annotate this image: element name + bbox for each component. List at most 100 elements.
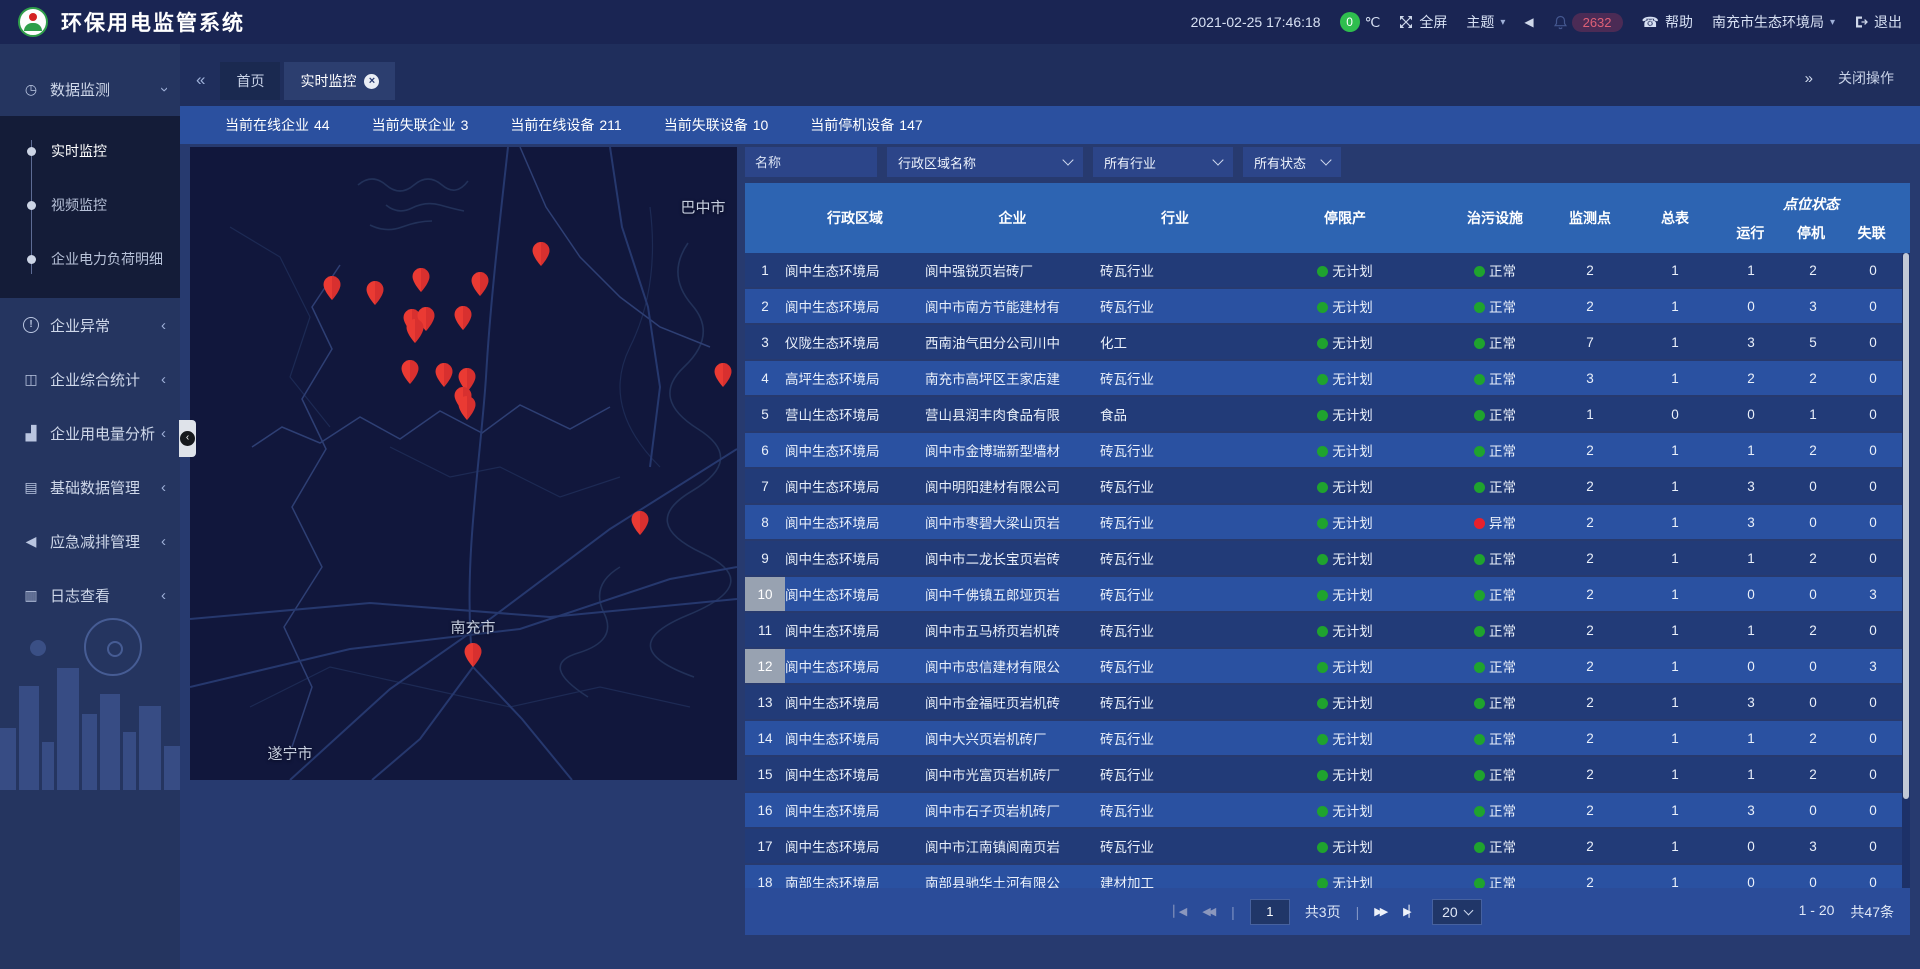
map-pin[interactable] <box>402 360 419 384</box>
cell-limit-status-label: 无计划 <box>1332 516 1373 531</box>
table-row[interactable]: 9阆中生态环境局阆中市二龙长宝页岩砖砖瓦行业无计划正常21120 <box>745 541 1910 575</box>
status-select[interactable]: 所有状态 <box>1243 147 1341 177</box>
sidebar-item[interactable]: !企业异常‹ <box>0 298 180 352</box>
table-row[interactable]: 1阆中生态环境局阆中强锐页岩砖厂砖瓦行业无计划正常21120 <box>745 253 1910 287</box>
prev-page-button[interactable]: ◀◀ <box>1202 905 1216 918</box>
map-pin[interactable] <box>436 363 453 387</box>
sidebar-subitem[interactable]: 视频监控 <box>0 178 180 232</box>
close-icon[interactable]: × <box>364 74 379 89</box>
table-row[interactable]: 2阆中生态环境局阆中市南方节能建材有砖瓦行业无计划正常21030 <box>745 289 1910 323</box>
cell-limit-status-label: 无计划 <box>1332 336 1373 351</box>
close-operations-button[interactable]: 关闭操作 <box>1838 68 1894 88</box>
table-row[interactable]: 14阆中生态环境局阆中大兴页岩机砖厂砖瓦行业无计划正常21120 <box>745 721 1910 755</box>
industry-select[interactable]: 所有行业 <box>1093 147 1233 177</box>
table-row[interactable]: 17阆中生态环境局阆中市江南镇阆南页岩砖瓦行业无计划正常21030 <box>745 829 1910 863</box>
cell-treatment-status-label: 正常 <box>1489 732 1516 747</box>
status-dot <box>1474 626 1485 637</box>
cell-region: 高坪生态环境局 <box>785 368 925 388</box>
table-row[interactable]: 13阆中生态环境局阆中市金福旺页岩机砖砖瓦行业无计划正常21300 <box>745 685 1910 719</box>
map-pin[interactable] <box>632 511 649 535</box>
sidebar-item[interactable]: ▥日志查看‹ <box>0 568 180 622</box>
logout-button[interactable]: 退出 <box>1854 12 1902 32</box>
table-row[interactable]: 3仪陇生态环境局西南油气田分公司川中化工无计划正常71350 <box>745 325 1910 359</box>
sidebar-item[interactable]: ◷数据监测‹ <box>0 62 180 116</box>
region-select[interactable]: 行政区域名称 <box>887 147 1083 177</box>
sidebar-subitem[interactable]: 实时监控 <box>0 124 180 178</box>
status-dot <box>1474 806 1485 817</box>
help-button[interactable]: ☎ 帮助 <box>1642 12 1693 32</box>
cell-monitor-points: 2 <box>1550 731 1630 746</box>
table-row[interactable]: 5营山生态环境局营山县润丰肉食品有限食品无计划正常10010 <box>745 397 1910 431</box>
table-row[interactable]: 10阆中生态环境局阆中千佛镇五郎垭页岩砖瓦行业无计划正常21003 <box>745 577 1910 611</box>
scrollbar-thumb[interactable] <box>1903 253 1909 799</box>
next-page-button[interactable]: ▶▶ <box>1374 905 1388 918</box>
cell-stopped: 2 <box>1782 263 1844 278</box>
sidebar-item[interactable]: ◫企业综合统计‹ <box>0 352 180 406</box>
status-stat: 当前失联设备10 <box>664 115 769 135</box>
page-size-select[interactable]: 20 <box>1432 899 1482 925</box>
tab-realtime[interactable]: 实时监控× <box>284 62 395 100</box>
cell-limit-status: 无计划 <box>1250 692 1440 712</box>
map-pin[interactable] <box>533 242 550 266</box>
status-dot <box>1474 338 1485 349</box>
map-pin[interactable] <box>715 363 732 387</box>
table-row[interactable]: 15阆中生态环境局阆中市光富页岩机砖厂砖瓦行业无计划正常21120 <box>745 757 1910 791</box>
map-pin[interactable] <box>324 276 341 300</box>
map-pin[interactable] <box>407 319 424 343</box>
row-index: 3 <box>745 325 785 359</box>
cell-running: 3 <box>1720 803 1782 818</box>
cell-lost: 0 <box>1844 407 1902 422</box>
cell-treatment-status: 正常 <box>1440 872 1550 888</box>
map-pin[interactable] <box>413 268 430 292</box>
cell-running: 1 <box>1720 767 1782 782</box>
cell-limit-status: 无计划 <box>1250 404 1440 424</box>
col-header: 行业 <box>1100 208 1250 228</box>
mute-speaker-icon[interactable]: ◀ <box>1524 15 1533 29</box>
table-row[interactable]: 12阆中生态环境局阆中市忠信建材有限公砖瓦行业无计划正常21003 <box>745 649 1910 683</box>
theme-menu[interactable]: 主题 ▾ <box>1466 12 1505 32</box>
map-pin[interactable] <box>459 396 476 420</box>
table-row[interactable]: 6阆中生态环境局阆中市金博瑞新型墙材砖瓦行业无计划正常21120 <box>745 433 1910 467</box>
name-filter-input[interactable] <box>745 147 877 177</box>
cell-stopped: 2 <box>1782 371 1844 386</box>
tabs: 首页实时监控× <box>220 62 395 106</box>
table-row[interactable]: 7阆中生态环境局阆中明阳建材有限公司砖瓦行业无计划正常21300 <box>745 469 1910 503</box>
col-header: 总表 <box>1630 208 1720 228</box>
sidebar-item[interactable]: ◀应急减排管理‹ <box>0 514 180 568</box>
scroll-tabs-left-icon[interactable]: « <box>196 70 205 90</box>
map-pin[interactable] <box>465 643 482 667</box>
table-row[interactable]: 18南部生态环境局南部县驰华土河有限公建材加工无计划正常21000 <box>745 865 1910 888</box>
sidebar-collapse-handle[interactable]: ‹ <box>179 420 196 457</box>
divider: | <box>1356 904 1360 920</box>
page-number-input[interactable] <box>1250 899 1290 925</box>
table-row[interactable]: 11阆中生态环境局阆中市五马桥页岩机砖砖瓦行业无计划正常21120 <box>745 613 1910 647</box>
cell-total-meters: 1 <box>1630 443 1720 458</box>
cell-monitor-points: 7 <box>1550 335 1630 350</box>
table-row[interactable]: 8阆中生态环境局阆中市枣碧大梁山页岩砖瓦行业无计划异常21300 <box>745 505 1910 539</box>
table-row[interactable]: 4高坪生态环境局南充市高坪区王家店建砖瓦行业无计划正常31220 <box>745 361 1910 395</box>
notification-bell[interactable]: 2632 <box>1553 13 1623 32</box>
sidebar-item[interactable]: ▟企业用电量分析‹ <box>0 406 180 460</box>
cell-region: 阆中生态环境局 <box>785 584 925 604</box>
sidebar-subitem[interactable]: 企业电力负荷明细 <box>0 232 180 286</box>
fullscreen-button[interactable]: 全屏 <box>1399 12 1447 32</box>
map-pin[interactable] <box>367 281 384 305</box>
scroll-tabs-right-icon[interactable]: » <box>1805 70 1810 87</box>
org-menu[interactable]: 南充市生态环境局 ▾ <box>1712 12 1835 32</box>
help-label: 帮助 <box>1665 12 1693 32</box>
tab-home[interactable]: 首页 <box>220 62 280 100</box>
map-pin[interactable] <box>455 306 472 330</box>
map-pin[interactable] <box>472 272 489 296</box>
first-page-button[interactable]: ▏◀ <box>1173 905 1187 918</box>
cell-running: 0 <box>1720 839 1782 854</box>
last-page-button[interactable]: ▶▏ <box>1403 905 1417 918</box>
temperature: 0 ℃ <box>1340 12 1381 32</box>
row-index: 6 <box>745 433 785 467</box>
cell-treatment-status-label: 正常 <box>1489 804 1516 819</box>
region-select-value: 行政区域名称 <box>898 153 976 172</box>
cell-industry: 砖瓦行业 <box>1100 368 1250 388</box>
sidebar-item[interactable]: ▤基础数据管理‹ <box>0 460 180 514</box>
table-row[interactable]: 16阆中生态环境局阆中市石子页岩机砖厂砖瓦行业无计划正常21300 <box>745 793 1910 827</box>
map-panel[interactable]: 巴中市南充市遂宁市 <box>190 147 737 780</box>
chevron-down-icon: ▾ <box>1830 17 1835 28</box>
